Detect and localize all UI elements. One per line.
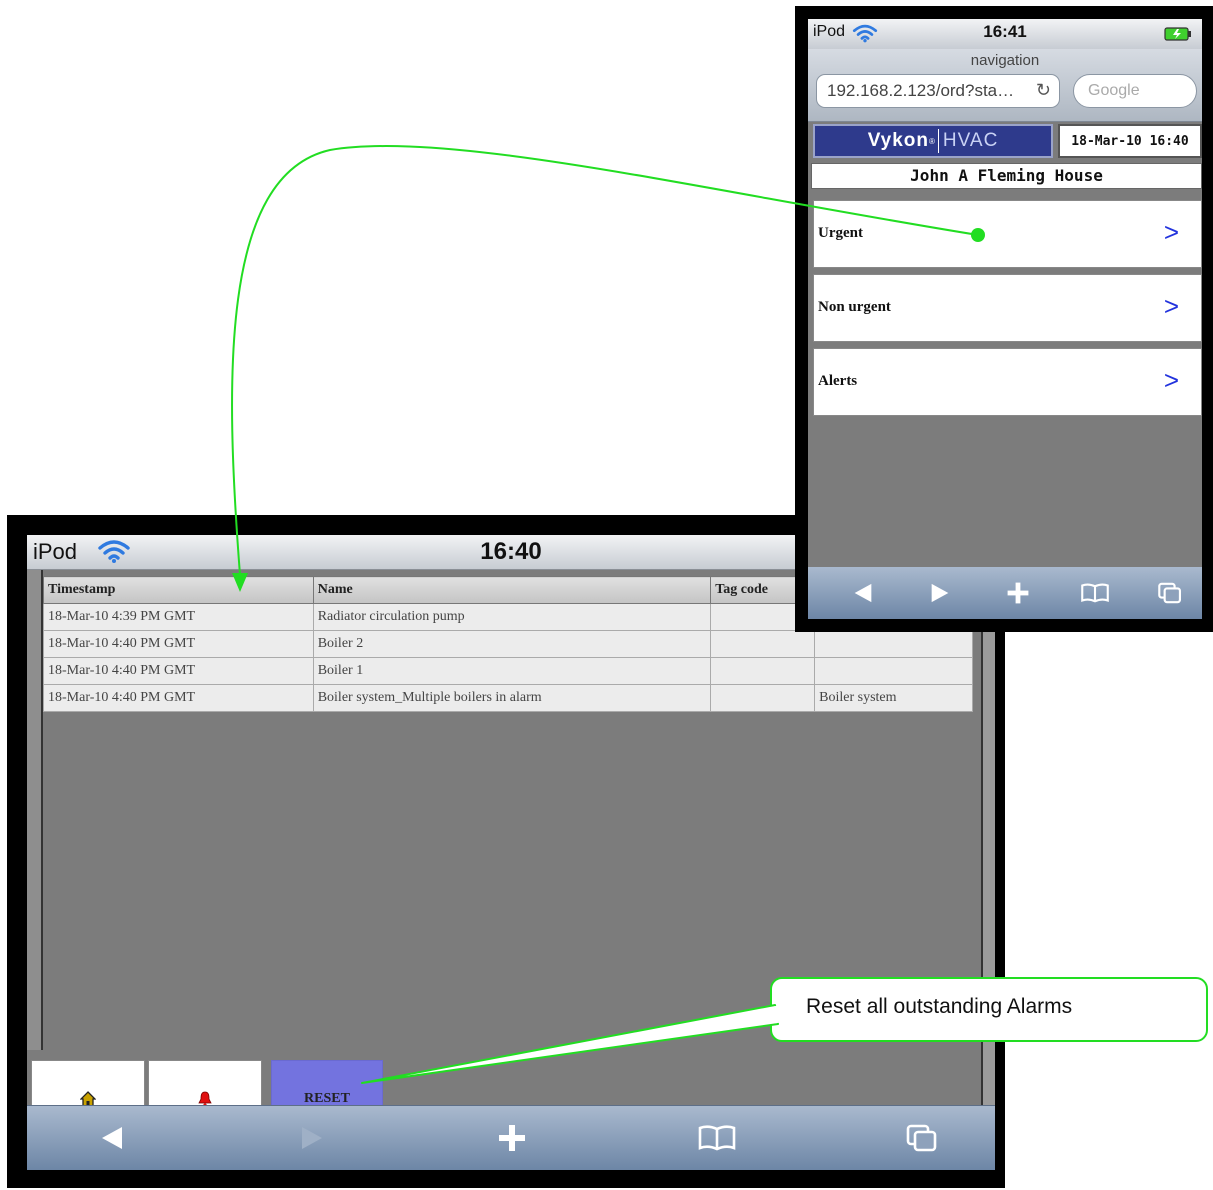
left-border (27, 570, 43, 1050)
page-title: navigation (970, 52, 1040, 69)
browser-address-bar: navigation 192.168.2.123/ord?sta… ↻ Goog… (808, 49, 1202, 122)
annotation-callout: Reset all outstanding Alarms (770, 977, 1208, 1042)
cell-group (814, 657, 973, 685)
url-field[interactable]: 192.168.2.123/ord?sta… ↻ (816, 74, 1060, 108)
chevron-right-icon: > (1163, 291, 1179, 321)
cell-timestamp: 18-Mar-10 4:40 PM GMT (43, 684, 314, 712)
cell-tag-code (710, 684, 816, 712)
status-bar: iPod 16:41 (808, 19, 1202, 49)
chevron-right-icon: > (1163, 365, 1179, 395)
add-icon[interactable] (482, 1106, 542, 1170)
cell-timestamp: 18-Mar-10 4:40 PM GMT (43, 630, 314, 658)
cell-timestamp: 18-Mar-10 4:39 PM GMT (43, 603, 314, 631)
table-row[interactable]: 18-Mar-10 4:40 PM GMT Boiler 1 (43, 657, 973, 685)
cell-timestamp: 18-Mar-10 4:40 PM GMT (43, 657, 314, 685)
bookmarks-icon[interactable] (1070, 567, 1120, 619)
column-header[interactable]: Timestamp (43, 576, 314, 604)
search-field[interactable]: Google (1073, 74, 1197, 108)
brand-logo: Vykon ® HVAC (813, 124, 1053, 158)
cell-name: Boiler 1 (312, 657, 712, 685)
column-header[interactable]: Name (312, 576, 712, 604)
cell-name: Radiator circulation pump (312, 603, 712, 631)
forward-icon[interactable] (915, 567, 965, 619)
brand-name: Vykon (867, 130, 930, 151)
menu-item-label: Alerts (818, 373, 858, 389)
reload-icon[interactable]: ↻ (1036, 80, 1051, 101)
site-name: John A Fleming House (811, 163, 1202, 189)
safari-toolbar (808, 567, 1202, 619)
cell-group: Boiler system (814, 684, 973, 712)
search-placeholder: Google (1088, 82, 1140, 99)
navigation-page: Vykon ® HVAC 18-Mar-10 16:40 John A Flemin… (808, 122, 1202, 567)
battery-icon (1164, 27, 1192, 46)
chevron-right-icon: > (1163, 217, 1179, 247)
forward-icon[interactable] (282, 1106, 342, 1170)
menu-item-non-urgent[interactable]: Non urgent > (813, 274, 1202, 342)
menu-item-label: Urgent (818, 225, 863, 241)
bookmarks-icon[interactable] (687, 1106, 747, 1170)
cell-name: Boiler 2 (312, 630, 712, 658)
cell-tag-code (710, 630, 816, 658)
menu-item-alerts[interactable]: Alerts > (813, 348, 1202, 416)
back-icon[interactable] (838, 567, 888, 619)
status-time: 16:41 (983, 22, 1027, 41)
registered-mark: ® (929, 136, 935, 146)
url-text: 192.168.2.123/ord?sta… (827, 81, 1015, 100)
cell-name: Boiler system_Multiple boilers in alarm (312, 684, 712, 712)
date-display: 18-Mar-10 16:40 (1058, 124, 1202, 158)
ipod-portrait-screen: iPod 16:41 navigation 192.168.2.123/ord?… (795, 6, 1213, 632)
add-icon[interactable] (993, 567, 1043, 619)
menu-item-urgent[interactable]: Urgent > (813, 200, 1202, 268)
menu-item-label: Non urgent (818, 299, 891, 315)
safari-toolbar (27, 1105, 995, 1170)
pages-icon[interactable] (892, 1106, 952, 1170)
table-row[interactable]: 18-Mar-10 4:40 PM GMT Boiler 2 (43, 630, 973, 658)
cell-group (814, 630, 973, 658)
table-row[interactable]: 18-Mar-10 4:40 PM GMT Boiler system_Mult… (43, 684, 973, 712)
cell-tag-code (710, 657, 816, 685)
back-icon[interactable] (82, 1106, 142, 1170)
pages-icon[interactable] (1145, 567, 1195, 619)
brand-product: HVAC (942, 130, 999, 151)
